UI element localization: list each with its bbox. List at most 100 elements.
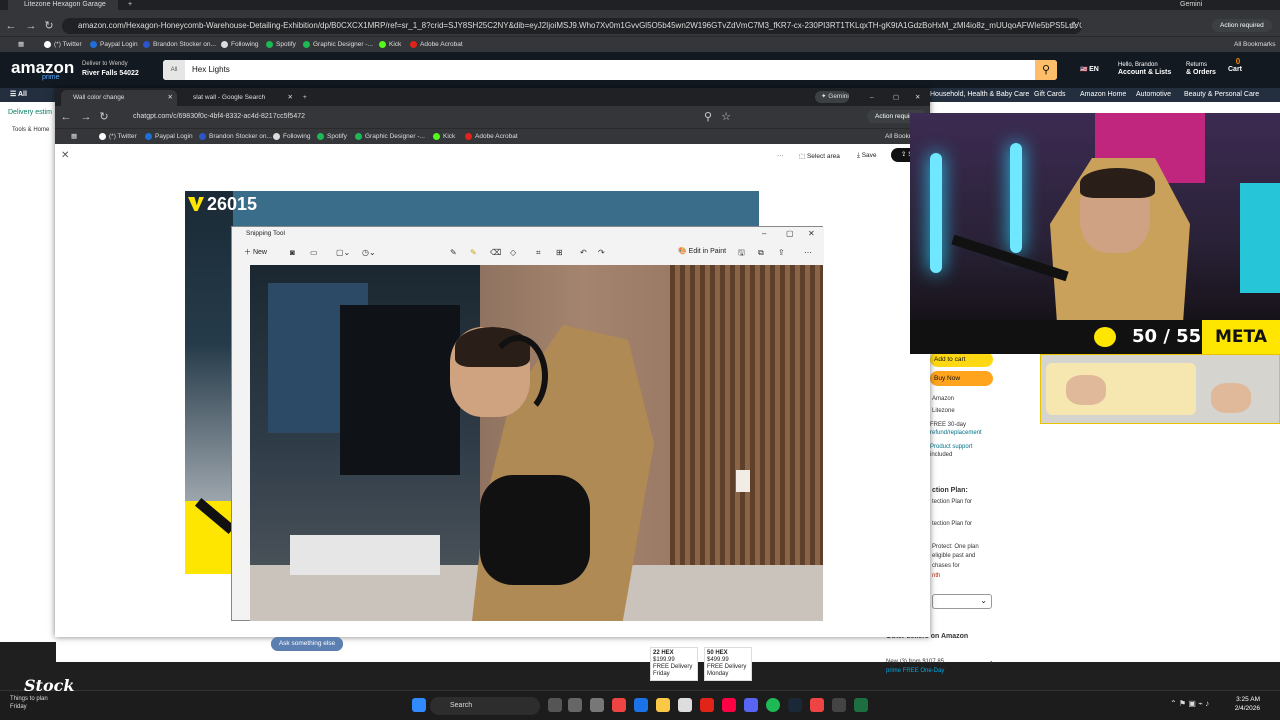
protection-option[interactable]: tection Plan for [932, 498, 972, 506]
variant-card-50hex[interactable]: 50 HEX $499.99 FREE Delivery Monday [704, 647, 752, 681]
nav-all-menu[interactable]: ☰ All [10, 88, 27, 102]
select-area-button[interactable]: ⬚ Select area [799, 152, 840, 160]
new-from-link[interactable]: New (3) from $107.85 [886, 658, 944, 666]
nav-item-automotive[interactable]: Automotive [1136, 88, 1171, 102]
bookmark-twitter[interactable]: (*) Twitter [44, 39, 82, 51]
bookmark-spotify[interactable]: Spotify [317, 131, 347, 143]
taskbar-clock[interactable]: 3:25 AM 2/4/2026 [1235, 695, 1260, 713]
url-input[interactable]: chatgpt.com/c/69830f0c-4bf4-8332-ac4d-82… [121, 109, 721, 125]
app-icon[interactable] [722, 698, 736, 712]
ask-something-else-pill[interactable]: Ask something else [271, 637, 343, 651]
bookmark-following[interactable]: Following [221, 39, 258, 51]
outer-tab-amazon[interactable]: Litezone Hexagon Garage Light [8, 0, 118, 18]
snip-shape-select[interactable]: ▢⌄ [336, 247, 350, 259]
search-department-select[interactable]: All [163, 60, 185, 80]
all-bookmarks[interactable]: All Bookm [875, 131, 914, 143]
url-input[interactable]: amazon.com/Hexagon-Honeycomb-Warehouse-D… [62, 18, 1082, 34]
edit-in-paint-button[interactable]: 🎨 Edit in Paint [678, 247, 726, 255]
text-actions-icon[interactable]: ⊞ [556, 247, 563, 259]
gemini-button[interactable]: Gemini [1164, 0, 1202, 10]
refund-link[interactable]: refund/replacement [930, 429, 982, 437]
taskbar-notification[interactable]: Things to plan Friday [10, 695, 48, 711]
file-explorer-icon[interactable] [656, 698, 670, 712]
bookmark-paypal[interactable]: Paypal Login [90, 39, 138, 51]
action-required-button[interactable]: Action required [1212, 19, 1272, 32]
minimize-icon[interactable]: – [762, 227, 766, 241]
bookmark-acrobat[interactable]: Adobe Acrobat [410, 39, 463, 51]
steam-icon[interactable] [788, 698, 802, 712]
discord-icon[interactable] [744, 698, 758, 712]
new-tab-button[interactable]: + [124, 0, 132, 10]
bookmark-acrobat[interactable]: Adobe Acrobat [465, 131, 518, 143]
crop-icon[interactable]: ⌗ [536, 247, 541, 259]
share-icon[interactable]: ⇪ [778, 247, 785, 259]
maximize-icon[interactable]: ▢ [893, 90, 899, 106]
gemini-button[interactable]: ✦ Gemini [815, 91, 849, 103]
bookmark-star-icon[interactable]: ☆ [1066, 19, 1080, 33]
tab-wall-color-change[interactable]: Wall color change ✕ [61, 90, 177, 106]
screenshot-mode-icon[interactable]: ◙ [290, 247, 295, 259]
returns-orders[interactable]: Returns & Orders [1186, 61, 1216, 77]
bookmark-star-icon[interactable]: ☆ [719, 110, 733, 124]
zoom-icon[interactable]: ⚲ [701, 110, 715, 124]
bookmark-graphic[interactable]: Graphic Designer -... [355, 131, 425, 143]
edge-icon[interactable] [634, 698, 648, 712]
bookmark-graphic[interactable]: Graphic Designer -... [303, 39, 373, 51]
highlighter-icon[interactable]: ✎ [470, 247, 477, 259]
add-to-cart-button[interactable]: Add to cart [930, 352, 993, 367]
quantity-select[interactable]: ⌄ [932, 594, 992, 609]
reload-icon[interactable]: ↻ [42, 19, 56, 33]
app-icon[interactable] [832, 698, 846, 712]
tab-slat-wall[interactable]: slat wall - Google Search ✕ [181, 90, 297, 106]
bookmark-twitter[interactable]: (*) Twitter [99, 131, 137, 143]
close-window-icon[interactable]: ✕ [915, 90, 920, 106]
chrome-icon[interactable] [612, 698, 626, 712]
nav-item-household[interactable]: Household, Health & Baby Care [930, 88, 1029, 102]
support-link[interactable]: Product support [930, 443, 972, 451]
apps-icon[interactable]: ▦ [61, 131, 77, 143]
app-icon[interactable] [810, 698, 824, 712]
captured-screenshot[interactable] [250, 265, 823, 621]
search-icon[interactable]: ⚲ [1035, 60, 1057, 80]
undo-icon[interactable]: ↶ [580, 247, 587, 259]
bookmark-spotify[interactable]: Spotify [266, 39, 296, 51]
breadcrumb[interactable]: Tools & Home [12, 126, 49, 134]
account-menu[interactable]: Hello, Brandon Account & Lists [1118, 61, 1171, 77]
buy-now-button[interactable]: Buy Now [930, 371, 993, 386]
new-tab-button[interactable]: + [299, 90, 307, 106]
cart-button[interactable]: 0 Cart [1228, 58, 1248, 74]
bookmark-brandon[interactable]: Brandon Stocker on... [143, 39, 216, 51]
back-icon[interactable]: ← [59, 110, 73, 124]
new-snip-button[interactable]: ＋ New [244, 247, 267, 257]
back-icon[interactable]: ← [4, 19, 18, 33]
bookmark-brandon[interactable]: Brandon Stocker on... [199, 131, 272, 143]
nav-item-beauty[interactable]: Beauty & Personal Care [1184, 88, 1259, 102]
excel-icon[interactable] [854, 698, 868, 712]
app-icon[interactable] [590, 698, 604, 712]
search-input[interactable]: Hex Lights [192, 60, 230, 80]
app-icon[interactable] [678, 698, 692, 712]
close-icon[interactable]: ✕ [61, 150, 69, 161]
bookmark-paypal[interactable]: Paypal Login [145, 131, 193, 143]
protection-option[interactable]: tection Plan for [932, 520, 972, 528]
forward-icon[interactable]: → [79, 110, 93, 124]
variant-card-22hex[interactable]: 22 HEX $199.99 FREE Delivery Friday [650, 647, 698, 681]
more-options-button[interactable]: ··· [777, 152, 784, 159]
spotify-icon[interactable] [766, 698, 780, 712]
more-icon[interactable]: ⋯ [804, 247, 812, 259]
video-mode-icon[interactable]: ▭ [310, 247, 318, 259]
redo-icon[interactable]: ↷ [598, 247, 605, 259]
eraser-icon[interactable]: ⌫ [490, 247, 501, 259]
start-icon[interactable] [412, 698, 426, 712]
widgets-icon[interactable] [568, 698, 582, 712]
apps-icon[interactable]: ▦ [8, 39, 24, 51]
bookmark-kick[interactable]: Kick [433, 131, 455, 143]
seller-litezone[interactable]: Litezone [932, 407, 955, 415]
shapes-icon[interactable]: ◇ [510, 247, 516, 259]
delay-select[interactable]: ◷⌄ [362, 247, 376, 259]
nav-item-gift-cards[interactable]: Gift Cards [1034, 88, 1066, 102]
nav-item-amazon-home[interactable]: Amazon Home [1080, 88, 1126, 102]
language-select[interactable]: 🇺🇸 EN [1080, 66, 1099, 74]
bookmark-following[interactable]: Following [273, 131, 310, 143]
acrobat-icon[interactable] [700, 698, 714, 712]
